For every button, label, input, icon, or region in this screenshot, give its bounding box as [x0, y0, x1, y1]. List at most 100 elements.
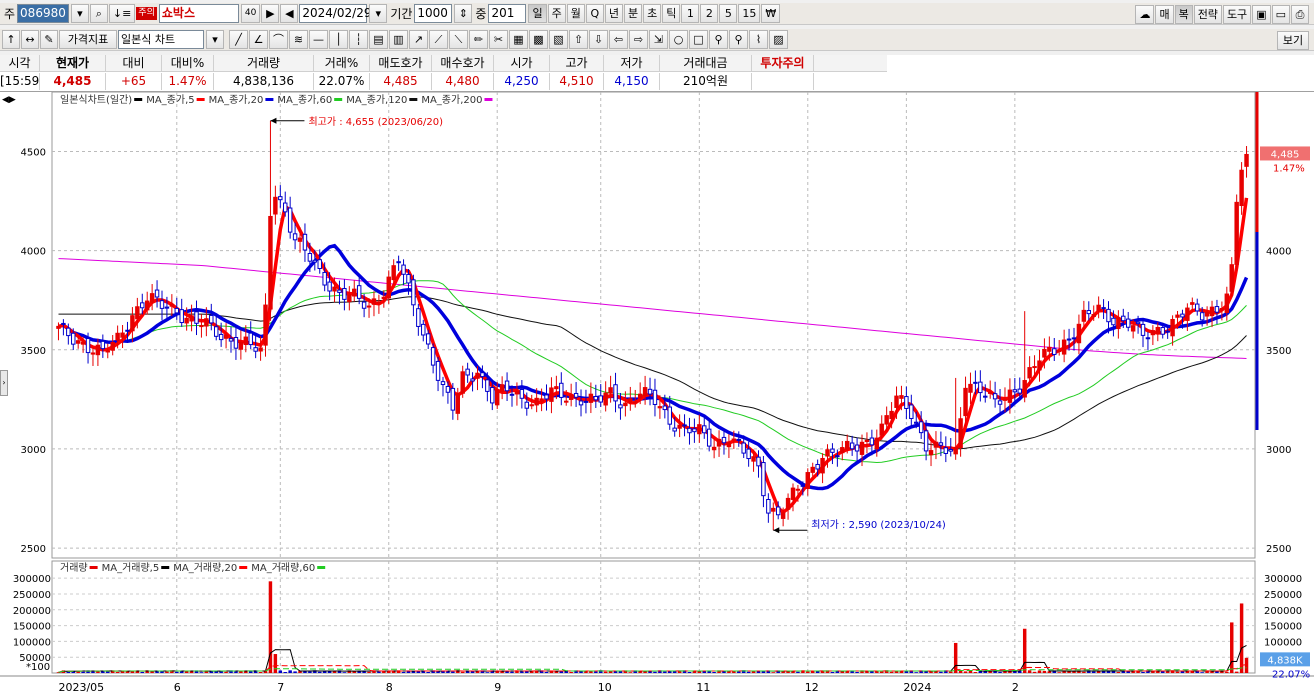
- expand-button[interactable]: ↔: [21, 30, 39, 49]
- candle-body-6: [85, 338, 91, 354]
- code-dropdown-button[interactable]: ▾: [70, 4, 89, 23]
- search-button[interactable]: ⌕: [89, 4, 108, 23]
- candle-body-147: [780, 512, 786, 519]
- price-tick-left-2: 3500: [21, 346, 46, 357]
- drawing-tool-16-button[interactable]: ▧: [549, 30, 568, 49]
- candle-body-77: [435, 360, 441, 381]
- drawing-tool-18-button[interactable]: ⇩: [589, 30, 608, 49]
- volume-tick-right-3: 200000: [1264, 606, 1302, 617]
- price-legend-0: 일본식차트(일간): [60, 94, 132, 106]
- candle-body-2: [66, 327, 71, 337]
- stock-chart[interactable]: 2023/05 6 7 8 9 10 11 12 2024 2 2500 2500 3000 3000 35…: [0, 92, 1314, 697]
- period-label: 기간: [390, 7, 413, 21]
- view-button[interactable]: 보기: [1277, 30, 1309, 50]
- candle-body-128: [687, 427, 692, 434]
- x-axis-label-8: 2024: [903, 681, 931, 694]
- drawing-tool-26-button[interactable]: ⌇: [749, 30, 768, 49]
- volume-bar-157: [830, 672, 835, 673]
- drawing-tool-22-button[interactable]: ○: [669, 30, 688, 49]
- drawing-tool-5-button[interactable]: │: [329, 30, 348, 49]
- drawing-tool-9-button[interactable]: ↗: [409, 30, 428, 49]
- drawing-tool-4-button[interactable]: —: [309, 30, 328, 49]
- up-arrow-button[interactable]: ↑: [2, 30, 20, 49]
- drawing-tool-27-button[interactable]: ▨: [769, 30, 788, 49]
- volume-bar-106: [579, 671, 583, 673]
- chart-type-select[interactable]: 일본식 차트: [118, 30, 204, 49]
- drawing-tool-9-icon: ↗: [413, 33, 424, 46]
- mid-input[interactable]: 201: [488, 4, 527, 23]
- drawing-tool-19-icon: ⇦: [613, 33, 624, 46]
- volume-legend-swatch-1: [161, 566, 170, 569]
- timeframe-button-7[interactable]: 틱: [662, 4, 681, 23]
- candle-body-155: [820, 457, 825, 474]
- candle-body-38: [243, 336, 249, 345]
- drawing-tool-14-button[interactable]: ▦: [509, 30, 528, 49]
- right-button-0[interactable]: 매: [1155, 4, 1174, 24]
- drawing-tool-21-button[interactable]: ⇲: [649, 30, 668, 49]
- timeframe-button-6[interactable]: 초: [643, 4, 662, 23]
- period-spin-button[interactable]: ⇕: [454, 4, 473, 23]
- stock-code-input[interactable]: 086980: [17, 4, 69, 23]
- timeframe-button-10[interactable]: 5: [719, 4, 738, 23]
- drawing-tool-3-button[interactable]: ≋: [289, 30, 308, 49]
- drawing-tool-13-button[interactable]: ✂: [489, 30, 508, 49]
- timeframe-button-9[interactable]: 2: [700, 4, 719, 23]
- drawing-tool-7-button[interactable]: ▤: [369, 30, 388, 49]
- timeframe-button-12[interactable]: ₩: [761, 4, 781, 23]
- price-legend-3: MA_종가,60: [277, 94, 332, 106]
- drawing-tool-1-button[interactable]: ∠: [249, 30, 268, 49]
- timeframe-button-5[interactable]: 분: [623, 4, 643, 23]
- chart-type-dropdown[interactable]: ▾: [206, 30, 224, 49]
- drawing-tool-6-button[interactable]: ┆: [349, 30, 368, 49]
- price-indicator-button[interactable]: 가격지표: [59, 30, 117, 49]
- timeframe-button-2[interactable]: 월: [566, 4, 585, 23]
- candle-body-11: [110, 341, 115, 351]
- drawing-tool-19-button[interactable]: ⇦: [609, 30, 628, 49]
- stock-name-field[interactable]: 쇼박스: [158, 4, 239, 23]
- play-back-button[interactable]: ◀: [280, 4, 299, 23]
- drawing-tool-12-button[interactable]: ✏: [469, 30, 488, 49]
- play-forward-button[interactable]: ▶: [261, 4, 280, 23]
- period-input[interactable]: 1000: [414, 4, 453, 23]
- date-dropdown-button[interactable]: ▾: [369, 4, 388, 23]
- timeframe-button-8[interactable]: 1: [681, 4, 700, 23]
- settings-button[interactable]: ✎: [40, 30, 58, 49]
- drawing-tool-23-button[interactable]: □: [689, 30, 708, 49]
- sort-button[interactable]: ↓≡: [108, 4, 136, 23]
- timeframe-button-0[interactable]: 일: [528, 4, 547, 23]
- chart-canvas[interactable]: 2023/05 6 7 8 9 10 11 12 2024 2 2500 2500 3000 3000 35…: [0, 92, 1314, 697]
- drawing-tool-8-button[interactable]: ▥: [389, 30, 408, 49]
- volume-bar-116: [628, 672, 633, 673]
- volume-bar-29: [199, 672, 204, 673]
- candle-body-202: [1052, 348, 1057, 355]
- high-marker-label: 최고가 : 4,655 (2023/06/20): [308, 116, 443, 128]
- save-button[interactable]: ▣: [1252, 4, 1271, 24]
- drawing-tool-11-button[interactable]: ⟍: [449, 30, 468, 49]
- cloud-button[interactable]: ☁: [1135, 4, 1155, 24]
- timeframe-button-1[interactable]: 주: [547, 4, 566, 23]
- right-button-1[interactable]: 복: [1174, 4, 1193, 24]
- candle-body-192: [1002, 398, 1008, 401]
- strategy-button[interactable]: 전략: [1193, 4, 1222, 24]
- drawing-tool-24-button[interactable]: ⚲: [709, 30, 728, 49]
- timeframe-button-4[interactable]: 년: [604, 4, 623, 23]
- date-input[interactable]: 2024/02/29: [299, 4, 371, 23]
- drawing-tool-17-button[interactable]: ⇧: [569, 30, 588, 49]
- candle-body-79: [445, 385, 451, 393]
- open-button[interactable]: ▭: [1271, 4, 1290, 24]
- drawing-tool-25-button[interactable]: ⚲: [729, 30, 748, 49]
- volume-bar-167: [880, 671, 884, 673]
- timeframe-button-11[interactable]: 15: [738, 4, 761, 23]
- drawing-tool-10-button[interactable]: ⟋: [429, 30, 448, 49]
- quote-header-2: 대비: [106, 55, 162, 71]
- timeframe-button-3[interactable]: Q: [585, 4, 604, 23]
- side-collapse-handle[interactable]: ›: [0, 370, 8, 396]
- drawing-tool-0-button[interactable]: ╱: [229, 30, 248, 49]
- tools-button[interactable]: 도구: [1222, 4, 1252, 24]
- drawing-tool-20-button[interactable]: ⇨: [629, 30, 648, 49]
- print-button[interactable]: ⎙: [1291, 4, 1309, 24]
- candle-body-150: [795, 488, 801, 491]
- scroll-arrows-icon[interactable]: ◀▶: [2, 95, 16, 105]
- drawing-tool-15-button[interactable]: ▩: [529, 30, 548, 49]
- drawing-tool-2-button[interactable]: ⌒: [269, 30, 288, 49]
